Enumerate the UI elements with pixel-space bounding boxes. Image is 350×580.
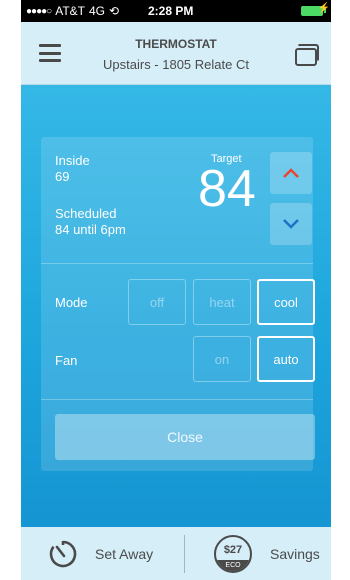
eco-savings-badge[interactable]: $27 ECO [214,535,252,573]
inside-label: Inside [55,153,90,168]
set-away-timer-icon[interactable] [47,538,79,570]
divider [41,399,313,400]
mode-heat-button[interactable]: heat [193,279,251,325]
divider [41,263,313,264]
network-label: 4G [88,4,105,18]
status-time: 2:28 PM [148,4,194,18]
mode-label: Mode [55,295,88,310]
status-left: ●●●●○ AT&T 4G ⟲ [26,4,119,18]
close-button[interactable]: Close [55,414,315,460]
increase-temperature-button[interactable] [270,152,312,194]
set-away-button[interactable]: Set Away [95,546,153,562]
carrier-label: AT&T [55,4,85,18]
scheduled-value: 84 until 6pm [55,222,126,237]
fan-label: Fan [55,353,78,368]
status-bar: ●●●●○ AT&T 4G ⟲ 2:28 PM ⚡ [21,0,331,22]
bottom-bar: Set Away $27 ECO Savings [21,527,331,580]
page-title: THERMOSTAT [135,37,217,51]
decrease-temperature-button[interactable] [270,203,312,245]
chevron-down-icon [283,219,299,229]
eco-amount: $27 [223,544,243,556]
inside-value: 69 [55,169,70,184]
eco-tag: ECO [216,560,250,571]
thermostat-panel: Inside 69 Scheduled 84 until 6pm Target … [21,85,331,527]
bottom-bar-separator [184,535,185,573]
app-screen: ●●●●○ AT&T 4G ⟲ 2:28 PM ⚡ THERMOSTAT Ups… [21,0,331,580]
activity-icon: ⟲ [109,4,120,18]
mode-off-button[interactable]: off [128,279,186,325]
signal-strength-icon: ●●●●○ [26,5,52,17]
app-header: THERMOSTAT Upstairs - 1805 Relate Ct [21,22,331,85]
savings-button[interactable]: Savings [270,546,320,562]
scheduled-label: Scheduled [55,206,117,221]
mode-cool-button[interactable]: cool [257,279,315,325]
thermostat-card: Inside 69 Scheduled 84 until 6pm Target … [41,137,315,471]
devices-icon[interactable] [293,44,319,66]
fan-auto-button[interactable]: auto [257,336,315,382]
chevron-up-icon [283,168,299,178]
charging-icon: ⚡ [317,3,330,14]
location-subtitle: Upstairs - 1805 Relate Ct [103,57,249,72]
target-temperature: 84 [198,160,256,218]
fan-on-button[interactable]: on [193,336,251,382]
